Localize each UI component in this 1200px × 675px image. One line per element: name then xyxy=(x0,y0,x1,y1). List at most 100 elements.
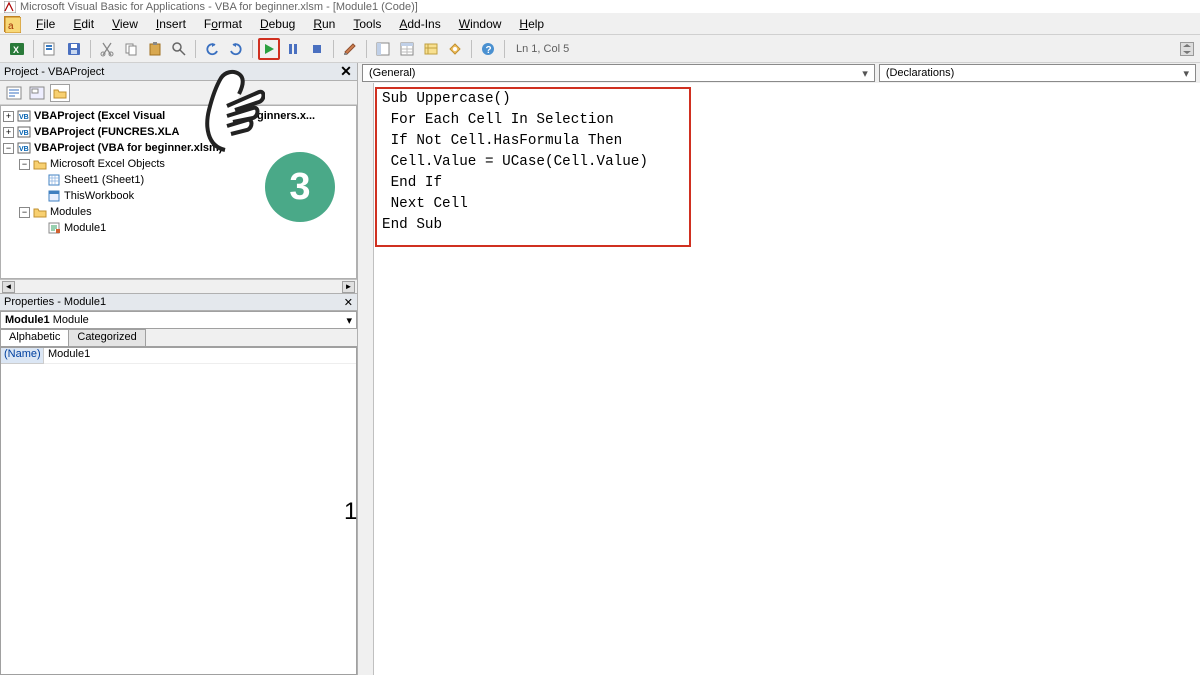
vba-project-icon: VB xyxy=(17,125,31,139)
run-icon[interactable] xyxy=(258,38,280,60)
properties-grid[interactable]: (Name) Module1 xyxy=(0,347,357,675)
svg-text:a: a xyxy=(8,21,14,32)
toolbar-separator xyxy=(333,40,334,58)
code-line: End If xyxy=(382,175,442,191)
undo-icon[interactable] xyxy=(201,38,223,60)
close-icon[interactable]: ✕ xyxy=(344,296,353,309)
tree-sheet1[interactable]: Sheet1 (Sheet1) xyxy=(3,172,354,188)
tree-project-1[interactable]: + VB VBAProject (Excel Visual for Beginn… xyxy=(3,108,354,124)
code-editor[interactable]: Sub Uppercase() For Each Cell In Selecti… xyxy=(374,83,1200,675)
toolbar-spinner[interactable] xyxy=(1180,42,1194,56)
help-icon[interactable]: ? xyxy=(477,38,499,60)
menu-window[interactable]: Window xyxy=(451,15,510,33)
code-margin xyxy=(358,83,374,675)
project-explorer-icon[interactable] xyxy=(372,38,394,60)
tree-expand-icon[interactable]: + xyxy=(3,127,14,138)
menu-bar: a File Edit View Insert Format Debug Run… xyxy=(0,13,1200,35)
svg-text:VB: VB xyxy=(19,130,29,137)
chevron-down-icon[interactable]: ▾ xyxy=(346,314,352,327)
tree-module1[interactable]: Module1 xyxy=(3,220,354,236)
properties-object-select[interactable]: Module1 Module ▾ xyxy=(0,311,357,329)
tab-categorized[interactable]: Categorized xyxy=(68,329,145,346)
toolbar-separator xyxy=(90,40,91,58)
menu-insert[interactable]: Insert xyxy=(148,15,194,33)
tree-collapse-icon[interactable]: − xyxy=(3,143,14,154)
copy-icon[interactable] xyxy=(120,38,142,60)
menu-addins[interactable]: Add-Ins xyxy=(391,15,448,33)
project-tree[interactable]: + VB VBAProject (Excel Visual for Beginn… xyxy=(0,105,357,279)
code-line: If Not Cell.HasFormula Then xyxy=(382,133,622,149)
object-dropdown-value: (General) xyxy=(369,67,415,79)
redo-icon[interactable] xyxy=(225,38,247,60)
code-line: For Each Cell In Selection xyxy=(382,112,614,128)
toolbar-separator xyxy=(366,40,367,58)
insert-icon[interactable] xyxy=(39,38,61,60)
svg-text:X: X xyxy=(13,45,19,55)
menu-tools[interactable]: Tools xyxy=(345,15,389,33)
scroll-left-icon[interactable]: ◄ xyxy=(2,281,15,293)
cursor-position: Ln 1, Col 5 xyxy=(516,43,569,55)
main-area: Project - VBAProject ✕ + VB VBAProject (… xyxy=(0,63,1200,675)
menu-debug[interactable]: Debug xyxy=(252,15,303,33)
reset-icon[interactable] xyxy=(306,38,328,60)
tree-thisworkbook[interactable]: ThisWorkbook xyxy=(3,188,354,204)
cut-icon[interactable] xyxy=(96,38,118,60)
properties-window-icon[interactable] xyxy=(396,38,418,60)
menu-view[interactable]: View xyxy=(104,15,146,33)
toggle-folders-icon[interactable] xyxy=(50,84,70,102)
project-explorer-title: Project - VBAProject xyxy=(4,66,104,78)
menu-help[interactable]: Help xyxy=(511,15,552,33)
tree-collapse-icon[interactable]: − xyxy=(19,159,30,170)
code-body: Sub Uppercase() For Each Cell In Selecti… xyxy=(358,83,1200,675)
tab-alphabetic[interactable]: Alphabetic xyxy=(0,329,69,346)
tree-thisworkbook-label: ThisWorkbook xyxy=(64,190,134,202)
tree-folder-excel-objects-label: Microsoft Excel Objects xyxy=(50,158,165,170)
chevron-down-icon[interactable]: ▾ xyxy=(862,67,868,80)
procedure-dropdown[interactable]: (Declarations) ▾ xyxy=(879,64,1196,82)
view-object-icon[interactable] xyxy=(27,84,47,102)
tree-project-3-label: VBAProject (VBA for beginner.xlsm) xyxy=(34,142,222,154)
window-title-bar: Microsoft Visual Basic for Applications … xyxy=(0,0,1200,13)
toolbox-icon[interactable] xyxy=(444,38,466,60)
menu-format[interactable]: Format xyxy=(196,15,250,33)
vba-project-icon: VB xyxy=(17,141,31,155)
tree-expand-icon[interactable]: + xyxy=(3,111,14,122)
vba-project-icon: VB xyxy=(17,109,31,123)
menu-file[interactable]: File xyxy=(28,15,63,33)
chevron-down-icon[interactable]: ▾ xyxy=(1183,67,1189,80)
tree-project-2-label: VBAProject (FUNCRES.XLA xyxy=(34,126,179,138)
toolbar-separator xyxy=(195,40,196,58)
property-name-value[interactable]: Module1 xyxy=(44,348,356,364)
project-tree-scrollbar[interactable]: ◄ ► xyxy=(0,279,357,293)
tree-folder-excel-objects[interactable]: − Microsoft Excel Objects xyxy=(3,156,354,172)
scroll-right-icon[interactable]: ► xyxy=(342,281,355,293)
workbook-icon xyxy=(47,189,61,203)
folder-open-icon xyxy=(33,205,47,219)
close-icon[interactable]: ✕ xyxy=(339,65,353,79)
design-mode-icon[interactable] xyxy=(339,38,361,60)
menu-edit[interactable]: Edit xyxy=(65,15,102,33)
menu-run[interactable]: Run xyxy=(305,15,343,33)
tree-folder-modules[interactable]: − Modules xyxy=(3,204,354,220)
property-name-label: (Name) xyxy=(1,348,44,364)
tree-project-1-label: VBAProject (Excel Visual xyxy=(34,110,165,122)
view-code-icon[interactable] xyxy=(4,84,24,102)
property-row-name[interactable]: (Name) Module1 xyxy=(1,348,356,364)
break-icon[interactable] xyxy=(282,38,304,60)
paste-icon[interactable] xyxy=(144,38,166,60)
find-icon[interactable] xyxy=(168,38,190,60)
toolbar-separator xyxy=(504,40,505,58)
code-line: Next Cell xyxy=(382,196,468,212)
tree-project-2[interactable]: + VB VBAProject (FUNCRES.XLA xyxy=(3,124,354,140)
object-browser-icon[interactable] xyxy=(420,38,442,60)
tree-collapse-icon[interactable]: − xyxy=(19,207,30,218)
code-dropdowns: (General) ▾ (Declarations) ▾ xyxy=(358,63,1200,83)
object-dropdown[interactable]: (General) ▾ xyxy=(362,64,875,82)
code-panel: (General) ▾ (Declarations) ▾ Sub Upperca… xyxy=(358,63,1200,675)
save-icon[interactable] xyxy=(63,38,85,60)
code-line: Cell.Value = UCase(Cell.Value) xyxy=(382,154,648,170)
properties-object-type: Module xyxy=(53,314,89,326)
properties-header: Properties - Module1 ✕ xyxy=(0,293,357,311)
view-excel-icon[interactable]: X xyxy=(6,38,28,60)
tree-project-3[interactable]: − VB VBAProject (VBA for beginner.xlsm) xyxy=(3,140,354,156)
